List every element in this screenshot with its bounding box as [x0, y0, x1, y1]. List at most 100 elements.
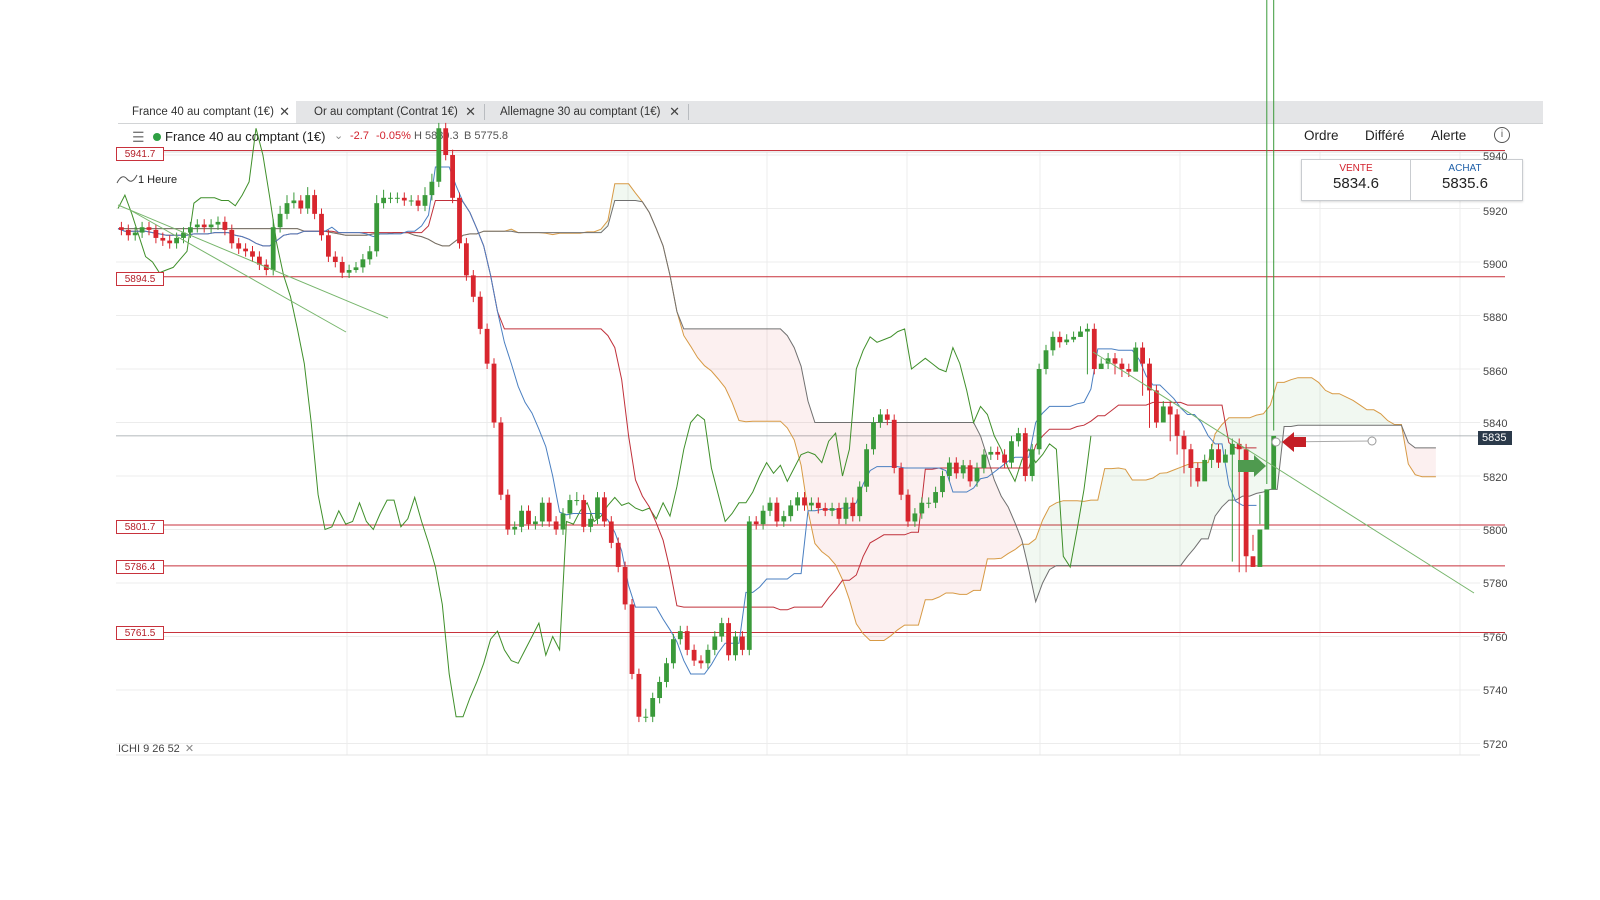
cloud-segment — [1325, 390, 1333, 426]
cloud-segment — [1049, 502, 1057, 570]
candle-body — [746, 521, 752, 650]
level-label[interactable]: 5761.5 — [116, 626, 164, 640]
cloud-segment — [939, 422, 946, 598]
price-chart[interactable] — [0, 0, 1600, 900]
candle-body — [215, 221, 221, 225]
candle-body — [125, 229, 131, 236]
timeframe-label[interactable]: 1 Heure — [138, 174, 177, 186]
candle-body — [174, 237, 179, 244]
y-tick-label: 5800 — [1483, 525, 1508, 537]
candle-body — [533, 521, 538, 525]
cloud-segment — [966, 422, 974, 595]
candle-body — [167, 240, 173, 244]
candle-body — [664, 663, 669, 682]
cloud-segment — [1297, 377, 1305, 426]
candle-body — [408, 200, 414, 202]
candle-body — [1188, 449, 1194, 468]
cloud-segment — [1360, 405, 1367, 426]
candle-body — [277, 213, 283, 228]
cloud-segment — [1118, 467, 1126, 566]
candle-body — [629, 604, 635, 674]
candle-body — [153, 229, 159, 238]
candle-body — [1091, 328, 1097, 369]
candle-body — [1078, 331, 1083, 337]
candle-body — [740, 636, 745, 650]
candle-body — [250, 251, 255, 257]
candle-body — [726, 623, 731, 656]
candle-body — [1071, 336, 1076, 340]
cloud-segment — [883, 422, 891, 641]
candle-body — [1009, 441, 1014, 463]
candle-body — [388, 197, 393, 199]
candle-body — [1098, 363, 1104, 369]
cloud-segment — [1159, 472, 1167, 566]
indicator-param: 26 — [152, 743, 165, 755]
candle-body — [608, 521, 614, 543]
cloud-segment — [1339, 393, 1347, 426]
candle-body — [884, 414, 890, 420]
candle-body — [119, 227, 124, 230]
cloud-segment — [739, 328, 746, 422]
candle-body — [319, 213, 324, 236]
cloud-segment — [1153, 473, 1160, 566]
candle-body — [326, 235, 331, 257]
cloud-segment — [828, 422, 836, 565]
candle-body — [1195, 467, 1201, 482]
candle-body — [464, 243, 469, 276]
candle-body — [305, 195, 311, 209]
cloud-segment — [745, 328, 753, 422]
indicator-name[interactable]: ICHI — [118, 743, 140, 755]
ichimoku-cloud — [297, 183, 1436, 641]
buy-label: ACHAT — [1448, 163, 1482, 174]
cloud-segment — [1366, 409, 1374, 426]
candle-body — [940, 476, 945, 493]
level-label[interactable]: 5941.7 — [116, 147, 164, 161]
candle-body — [519, 510, 524, 527]
candle-body — [636, 673, 642, 717]
candle-body — [132, 232, 138, 236]
candle-body — [457, 197, 462, 244]
cloud-segment — [1035, 520, 1043, 602]
y-tick-label: 5880 — [1483, 312, 1508, 324]
candle-body — [236, 243, 242, 249]
candle-body — [988, 451, 994, 455]
level-label[interactable]: 5801.7 — [116, 520, 164, 534]
candle-body — [243, 248, 248, 252]
indicator-param: 9 — [143, 743, 150, 755]
candle-body — [1064, 339, 1070, 343]
buy-button[interactable]: ACHAT 5835.6 — [1411, 160, 1519, 200]
y-tick-label: 5820 — [1483, 472, 1508, 484]
cloud-segment — [1249, 415, 1257, 497]
cloud-segment — [732, 328, 739, 421]
candle-body — [353, 267, 359, 271]
candle-body — [222, 221, 228, 230]
candle-body — [395, 197, 400, 199]
candle-body — [512, 526, 518, 530]
candlesticks — [119, 0, 1277, 723]
candle-body — [947, 462, 952, 476]
candle-body — [146, 227, 152, 230]
cloud-segment — [932, 422, 940, 600]
candle-body — [677, 631, 683, 640]
cloud-segment — [994, 480, 1002, 559]
sell-button[interactable]: VENTE 5834.6 — [1302, 160, 1410, 200]
sell-label: VENTE — [1339, 163, 1373, 174]
y-tick-label: 5760 — [1483, 632, 1508, 644]
cloud-segment — [752, 328, 760, 422]
candle-body — [436, 128, 442, 182]
candle-body — [691, 649, 697, 661]
candle-body — [774, 502, 780, 522]
cloud-segment — [952, 422, 960, 595]
candle-body — [401, 197, 407, 201]
cloud-segment — [1063, 500, 1071, 566]
cloud-segment — [1125, 469, 1133, 566]
candle-body — [1223, 454, 1228, 463]
y-tick-label: 5940 — [1483, 151, 1508, 163]
level-label[interactable]: 5894.5 — [116, 272, 164, 286]
level-label[interactable]: 5786.4 — [116, 560, 164, 574]
candle-body — [967, 465, 973, 482]
candle-body — [905, 494, 911, 522]
cloud-segment — [1084, 500, 1091, 566]
close-icon[interactable]: ✕ — [185, 743, 194, 755]
candle-body — [270, 227, 276, 271]
